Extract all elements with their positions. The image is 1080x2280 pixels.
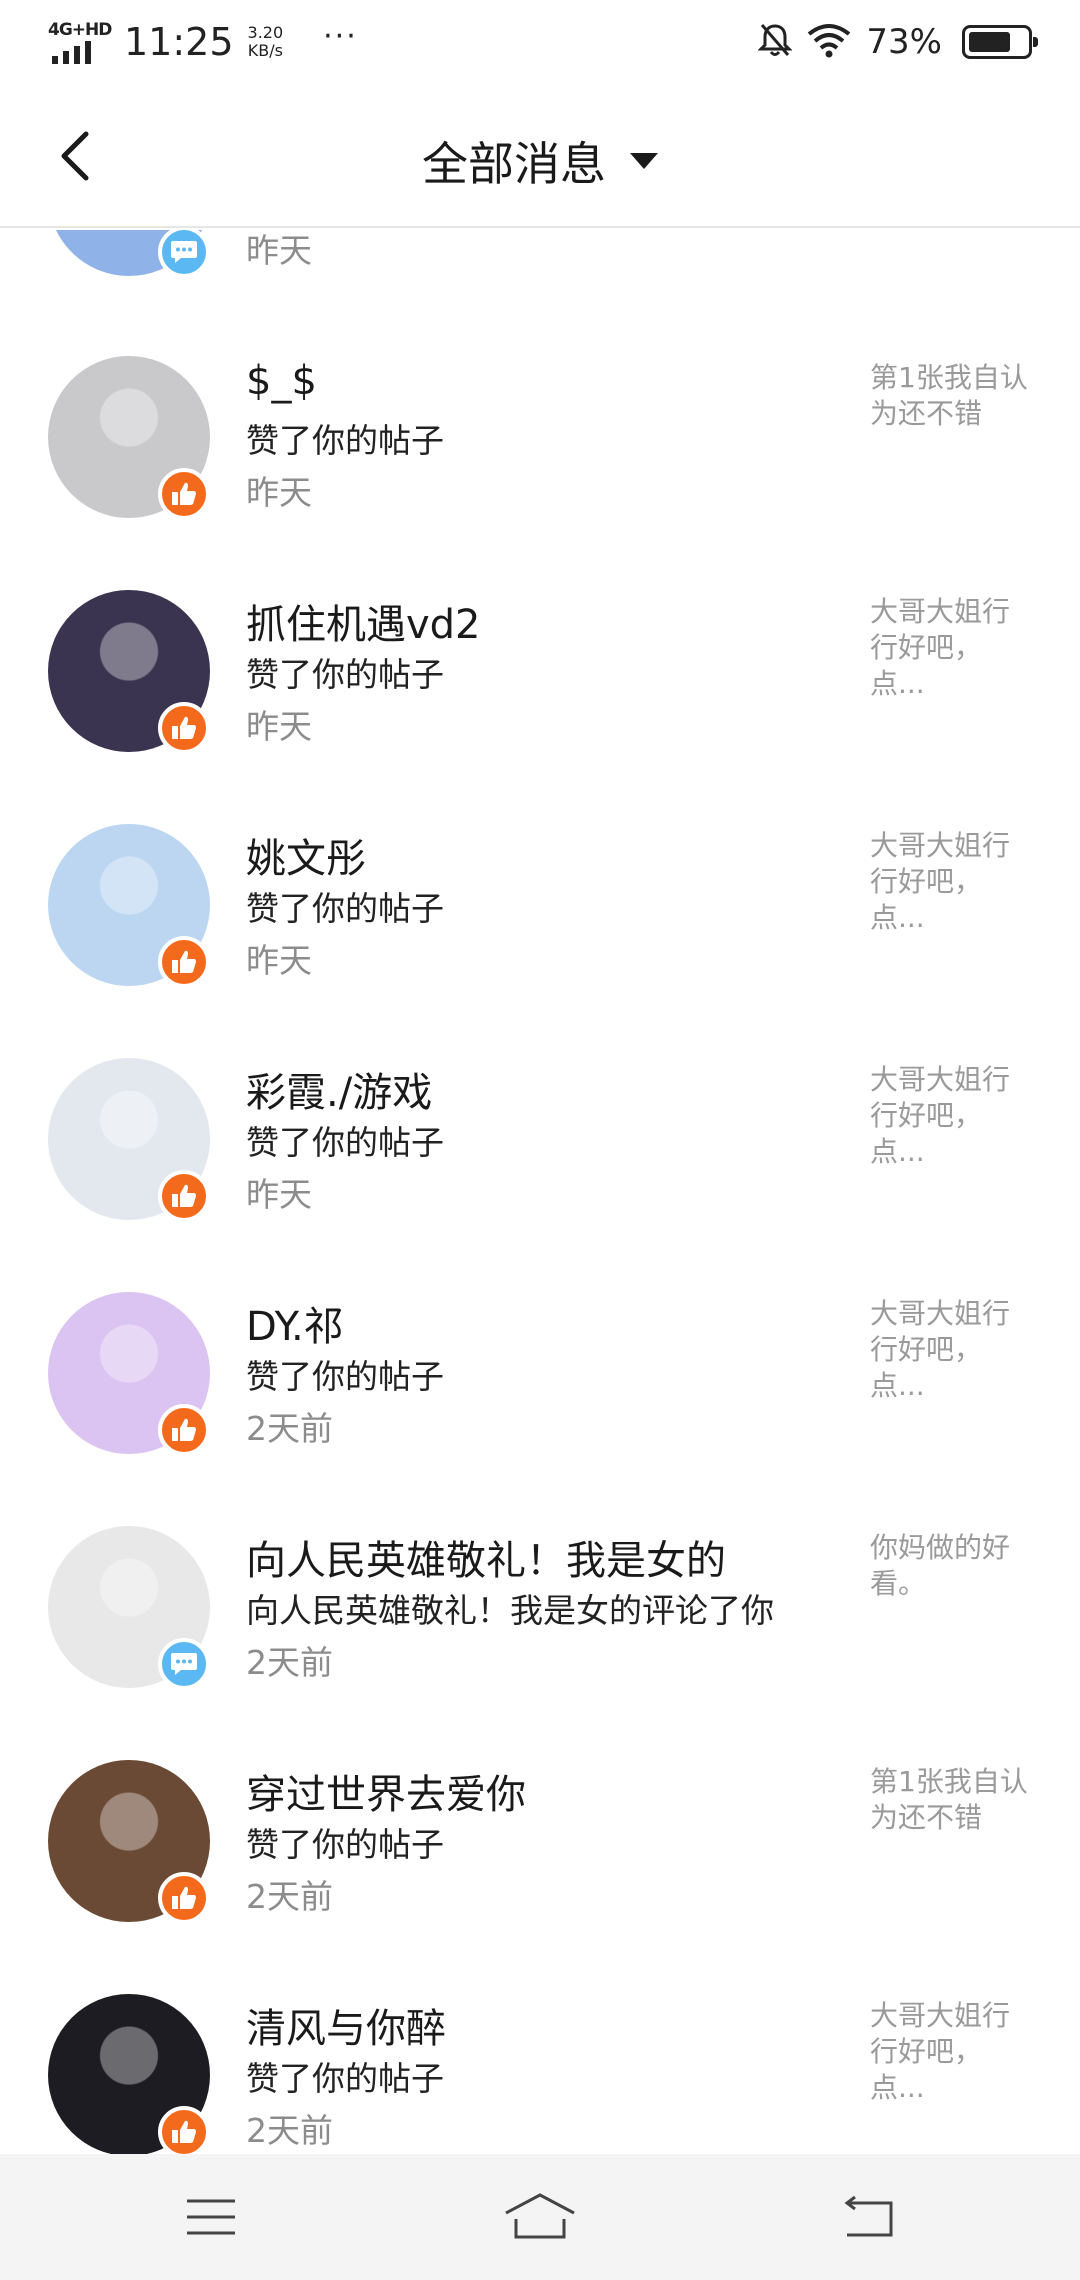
thumbs-up-icon [172, 2120, 196, 2143]
caret-down-icon [630, 153, 658, 169]
message-action: 赞了你的帖子 [246, 889, 444, 928]
thumbs-up-icon [172, 716, 196, 739]
network-type: 4G+HD [48, 20, 112, 40]
more-notifications-icon: ··· [323, 19, 358, 54]
battery-icon [962, 25, 1038, 59]
user-name[interactable]: DY.祁 [246, 1294, 344, 1352]
post-snippet: 大哥大姐行行好吧，点... [870, 1297, 1011, 1402]
thumbs-up-icon [172, 1886, 196, 1909]
speed-unit: KB/s [247, 41, 283, 60]
post-snippet: 大哥大姐行行好吧，点... [870, 829, 1011, 934]
header: 全部消息 [0, 84, 1080, 228]
message-action: 赞了你的帖子 [246, 2059, 444, 2098]
list-item[interactable]: DY.祁赞了你的帖子 2天前 大哥大姐行行好吧，点... [0, 1292, 1080, 1526]
like-badge [158, 468, 210, 520]
clock: 11:25 [124, 20, 234, 64]
list-item[interactable]: 向人民英雄敬礼！我是女的向人民英雄敬礼！我是女的评论了你 2天前 你妈做的好看。 [0, 1526, 1080, 1760]
user-name[interactable]: 穿过世界去爱你 [246, 1762, 526, 1820]
thumbs-up-icon [172, 1418, 196, 1441]
post-snippet: 大哥大姐行行好吧，点... [870, 595, 1011, 700]
user-name[interactable]: 抓住机遇vd2 [246, 592, 481, 650]
like-badge [158, 2106, 210, 2154]
back-icon [844, 2195, 893, 2237]
menu-button[interactable] [166, 2182, 256, 2252]
message-time: 昨天 [246, 941, 312, 980]
comment-icon [171, 1653, 197, 1675]
user-name[interactable]: 清风与你醉 [246, 1996, 446, 2054]
user-name[interactable]: 向人民英雄敬礼！我是女的 [246, 1528, 726, 1586]
like-badge [158, 1404, 210, 1456]
message-action: 赞了你的帖子 [246, 1357, 444, 1396]
like-badge [158, 1872, 210, 1924]
system-nav-bar [0, 2154, 1080, 2280]
list-item[interactable]: 清风与你醉赞了你的帖子 2天前 大哥大姐行行好吧，点... [0, 1994, 1080, 2154]
wifi-icon [806, 22, 852, 62]
message-time: 2天前 [246, 1643, 333, 1682]
message-time: 2天前 [246, 2111, 333, 2150]
speed-value: 3.20 [247, 23, 284, 42]
message-time: 2天前 [246, 1409, 333, 1448]
message-time: 昨天 [246, 707, 312, 746]
user-name[interactable]: 彩霞./游戏 [246, 1060, 432, 1118]
post-snippet: 第1张我自认为还不错 [870, 361, 1028, 430]
message-filter-dropdown[interactable]: 全部消息 [0, 128, 1080, 194]
network-speed: 3.20 KB/s [248, 24, 284, 60]
user-name[interactable]: 姚文彤 [246, 826, 366, 884]
home-button[interactable] [495, 2182, 585, 2252]
post-snippet: 大哥大姐行行好吧，点... [870, 1063, 1011, 1168]
list-item[interactable]: 姚文彤赞了你的帖子 昨天 大哥大姐行行好吧，点... [0, 824, 1080, 1058]
like-badge [158, 936, 210, 988]
message-time: 昨天 [246, 231, 312, 270]
message-action: 赞了你的帖子 [246, 1825, 444, 1864]
menu-icon [187, 2199, 235, 2235]
page-title: 全部消息 [422, 137, 606, 191]
post-snippet: 第1张我自认为还不错 [870, 1765, 1028, 1834]
battery-percent: 73% [866, 22, 942, 62]
message-list[interactable]: 昨天 $_$ 赞了你的帖子 昨天 第1张我自认为还不错 抓住机遇vd2 赞了你的帖子 昨天大… [0, 230, 1080, 2154]
system-back-button[interactable] [824, 2182, 914, 2252]
user-name[interactable]: $_$ [246, 358, 317, 404]
message-time: 昨天 [246, 473, 312, 512]
list-item-partial[interactable]: 昨天 [0, 230, 1080, 348]
thumbs-up-icon [172, 482, 196, 505]
message-action: 赞了你的帖子 [246, 655, 444, 694]
thumbs-up-icon [172, 1184, 196, 1207]
cellular-signal-icon: 4G+HD [48, 18, 116, 66]
comment-icon [171, 241, 197, 263]
message-time: 昨天 [246, 1175, 312, 1214]
comment-badge [158, 230, 210, 278]
list-item[interactable]: 抓住机遇vd2 赞了你的帖子 昨天 大哥大姐行行好吧，点... [0, 590, 1080, 824]
status-bar: 4G+HD 11:25 3.20 KB/s ··· 73% [0, 0, 1080, 84]
list-item[interactable]: $_$ 赞了你的帖子 昨天 第1张我自认为还不错 [0, 356, 1080, 590]
post-snippet: 大哥大姐行行好吧，点... [870, 1999, 1011, 2104]
post-snippet: 你妈做的好看。 [870, 1531, 1011, 1600]
message-action: 赞了你的帖子 [246, 421, 444, 460]
list-item[interactable]: 穿过世界去爱你赞了你的帖子 2天前 第1张我自认为还不错 [0, 1760, 1080, 1994]
like-badge [158, 702, 210, 754]
list-item[interactable]: 彩霞./游戏赞了你的帖子 昨天 大哥大姐行行好吧，点... [0, 1058, 1080, 1292]
message-time: 2天前 [246, 1877, 333, 1916]
like-badge [158, 1170, 210, 1222]
mute-bell-icon [757, 22, 794, 62]
message-action: 赞了你的帖子 [246, 1123, 444, 1162]
home-icon [505, 2193, 575, 2239]
message-action: 向人民英雄敬礼！我是女的评论了你 [246, 1591, 774, 1630]
thumbs-up-icon [172, 950, 196, 973]
comment-badge [158, 1638, 210, 1690]
